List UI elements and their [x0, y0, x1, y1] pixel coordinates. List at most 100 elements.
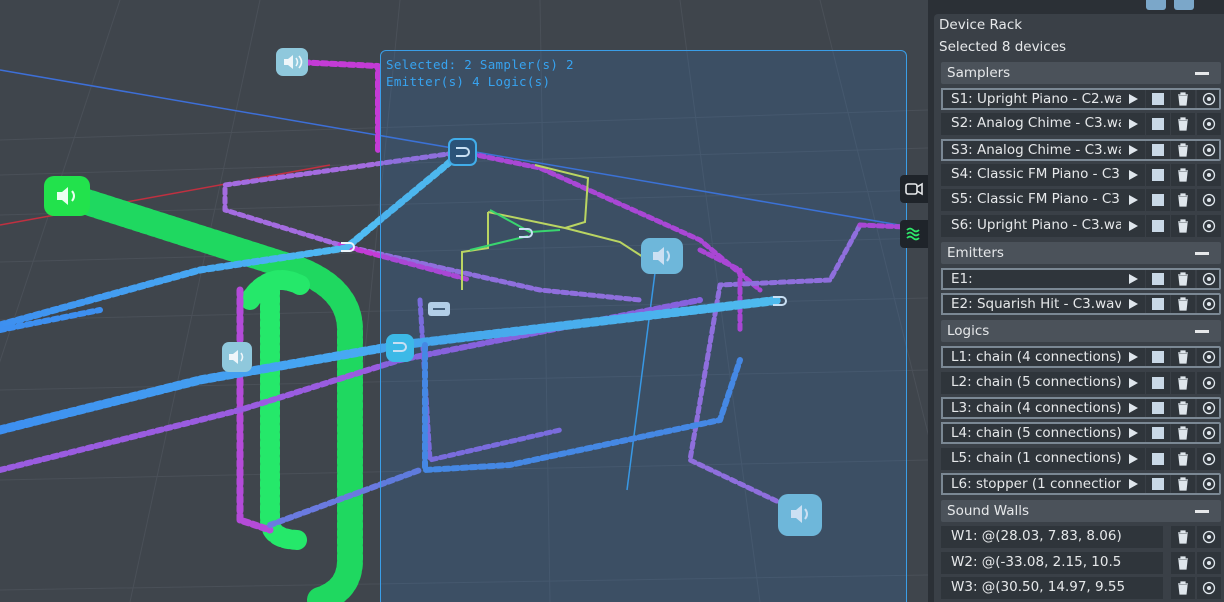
rack-item-label[interactable]: S1: Upright Piano - C2.wav: [941, 88, 1121, 110]
trash-icon[interactable]: [1171, 447, 1195, 470]
rack-item-label[interactable]: L1: chain (4 connections): [941, 346, 1121, 369]
eye-icon[interactable]: [1197, 113, 1221, 136]
trash-icon[interactable]: [1171, 189, 1195, 212]
stop-icon[interactable]: [1146, 397, 1170, 419]
section-header-sound-walls[interactable]: Sound Walls: [941, 500, 1221, 523]
play-icon[interactable]: [1121, 397, 1145, 419]
trash-icon[interactable]: [1171, 214, 1195, 237]
collapse-icon[interactable]: [1195, 72, 1209, 75]
eye-icon[interactable]: [1197, 447, 1221, 470]
play-icon[interactable]: [1121, 447, 1145, 470]
rack-item-label[interactable]: L4: chain (5 connections): [941, 422, 1121, 445]
trash-icon[interactable]: [1171, 346, 1195, 369]
collapse-icon[interactable]: [1195, 251, 1209, 255]
rack-item-label[interactable]: S4: Classic FM Piano - C3: [941, 163, 1121, 186]
collapse-icon[interactable]: [1195, 330, 1209, 334]
rack-item[interactable]: L6: stopper (1 connection: [941, 472, 1221, 495]
stop-icon[interactable]: [1146, 472, 1170, 495]
waves-tool-button[interactable]: [900, 220, 928, 248]
stop-icon[interactable]: [1146, 346, 1170, 369]
eye-icon[interactable]: [1197, 371, 1221, 394]
rack-item[interactable]: S2: Analog Chime - C3.wav: [941, 113, 1221, 136]
rack-item-label[interactable]: L3: chain (4 connections): [941, 397, 1121, 419]
speaker-icon[interactable]: [222, 342, 252, 372]
eye-icon[interactable]: [1197, 163, 1221, 186]
eye-icon[interactable]: [1197, 397, 1221, 419]
rack-item[interactable]: S6: Upright Piano - C3.wav: [941, 214, 1221, 237]
stop-icon[interactable]: [1146, 447, 1170, 470]
rack-item[interactable]: S5: Classic FM Piano - C3: [941, 189, 1221, 212]
scene-viewport[interactable]: Selected: 2 Sampler(s) 2 Emitter(s) 4 Lo…: [0, 0, 928, 602]
trash-icon[interactable]: [1171, 576, 1195, 599]
rack-item-label[interactable]: L2: chain (5 connections): [941, 371, 1121, 394]
eye-icon[interactable]: [1197, 293, 1221, 316]
trash-icon[interactable]: [1171, 138, 1195, 161]
play-icon[interactable]: [1121, 371, 1145, 394]
play-icon[interactable]: [1121, 267, 1145, 290]
stop-icon[interactable]: [1146, 163, 1170, 186]
eye-icon[interactable]: [1197, 346, 1221, 369]
eye-icon[interactable]: [1197, 189, 1221, 212]
rack-item[interactable]: S1: Upright Piano - C2.wav: [941, 88, 1221, 110]
stop-icon[interactable]: [1146, 113, 1170, 136]
eye-icon[interactable]: [1197, 551, 1221, 574]
eye-icon[interactable]: [1197, 472, 1221, 495]
rack-item-label[interactable]: W2: @(-33.08, 2.15, 10.5: [941, 551, 1163, 574]
rack-item[interactable]: E2: Squarish Hit - C3.wav: [941, 293, 1221, 316]
trash-icon[interactable]: [1171, 422, 1195, 445]
rack-item[interactable]: L3: chain (4 connections): [941, 397, 1221, 419]
trash-icon[interactable]: [1171, 267, 1195, 290]
eye-icon[interactable]: [1197, 138, 1221, 161]
trash-icon[interactable]: [1171, 397, 1195, 419]
trash-icon[interactable]: [1171, 163, 1195, 186]
rack-item[interactable]: S3: Analog Chime - C3.wav: [941, 138, 1221, 161]
rack-item-label[interactable]: W3: @(30.50, 14.97, 9.55: [941, 576, 1163, 599]
rack-item-label[interactable]: L6: stopper (1 connection: [941, 472, 1121, 495]
section-header-emitters[interactable]: Emitters: [941, 241, 1221, 264]
eye-icon[interactable]: [1197, 214, 1221, 237]
play-icon[interactable]: [1121, 88, 1145, 110]
play-icon[interactable]: [1121, 189, 1145, 212]
stop-icon[interactable]: [1146, 267, 1170, 290]
rack-item-label[interactable]: L5: chain (1 connections): [941, 447, 1121, 470]
play-icon[interactable]: [1121, 163, 1145, 186]
trash-icon[interactable]: [1171, 472, 1195, 495]
stop-icon[interactable]: [1146, 214, 1170, 237]
stop-icon[interactable]: [1146, 88, 1170, 110]
trash-icon[interactable]: [1171, 371, 1195, 394]
rack-item-label[interactable]: S6: Upright Piano - C3.wav: [941, 214, 1121, 237]
rack-item[interactable]: L5: chain (1 connections): [941, 447, 1221, 470]
play-icon[interactable]: [1121, 422, 1145, 445]
trash-icon[interactable]: [1171, 551, 1195, 574]
rack-item[interactable]: W3: @(30.50, 14.97, 9.55: [941, 576, 1221, 599]
rack-item-label[interactable]: S5: Classic FM Piano - C3: [941, 189, 1121, 212]
section-header-samplers[interactable]: Samplers: [941, 62, 1221, 84]
trash-icon[interactable]: [1171, 113, 1195, 136]
rack-item[interactable]: W1: @(28.03, 7.83, 8.06): [941, 526, 1221, 549]
stop-icon[interactable]: [1146, 371, 1170, 394]
eye-icon[interactable]: [1197, 422, 1221, 445]
section-header-logics[interactable]: Logics: [941, 320, 1221, 343]
stop-icon[interactable]: [1146, 138, 1170, 161]
trash-icon[interactable]: [1171, 526, 1195, 549]
rack-item[interactable]: L4: chain (5 connections): [941, 422, 1221, 445]
play-icon[interactable]: [1121, 472, 1145, 495]
rack-item[interactable]: L2: chain (5 connections): [941, 371, 1221, 394]
rack-item-label[interactable]: W1: @(28.03, 7.83, 8.06): [941, 526, 1163, 549]
stop-icon[interactable]: [1146, 293, 1170, 316]
play-icon[interactable]: [1121, 293, 1145, 316]
play-icon[interactable]: [1121, 346, 1145, 369]
trash-icon[interactable]: [1171, 88, 1195, 110]
play-icon[interactable]: [1121, 113, 1145, 136]
rack-item-label[interactable]: S2: Analog Chime - C3.wav: [941, 113, 1121, 136]
rack-item[interactable]: S4: Classic FM Piano - C3: [941, 163, 1221, 186]
stop-icon[interactable]: [1146, 189, 1170, 212]
eye-icon[interactable]: [1197, 267, 1221, 290]
play-icon[interactable]: [1121, 138, 1145, 161]
rack-toolbar-button[interactable]: [1174, 0, 1194, 10]
rack-item[interactable]: L1: chain (4 connections): [941, 346, 1221, 369]
rack-item[interactable]: W2: @(-33.08, 2.15, 10.5: [941, 551, 1221, 574]
camera-tool-button[interactable]: [900, 175, 928, 203]
trash-icon[interactable]: [1171, 293, 1195, 316]
eye-icon[interactable]: [1197, 88, 1221, 110]
